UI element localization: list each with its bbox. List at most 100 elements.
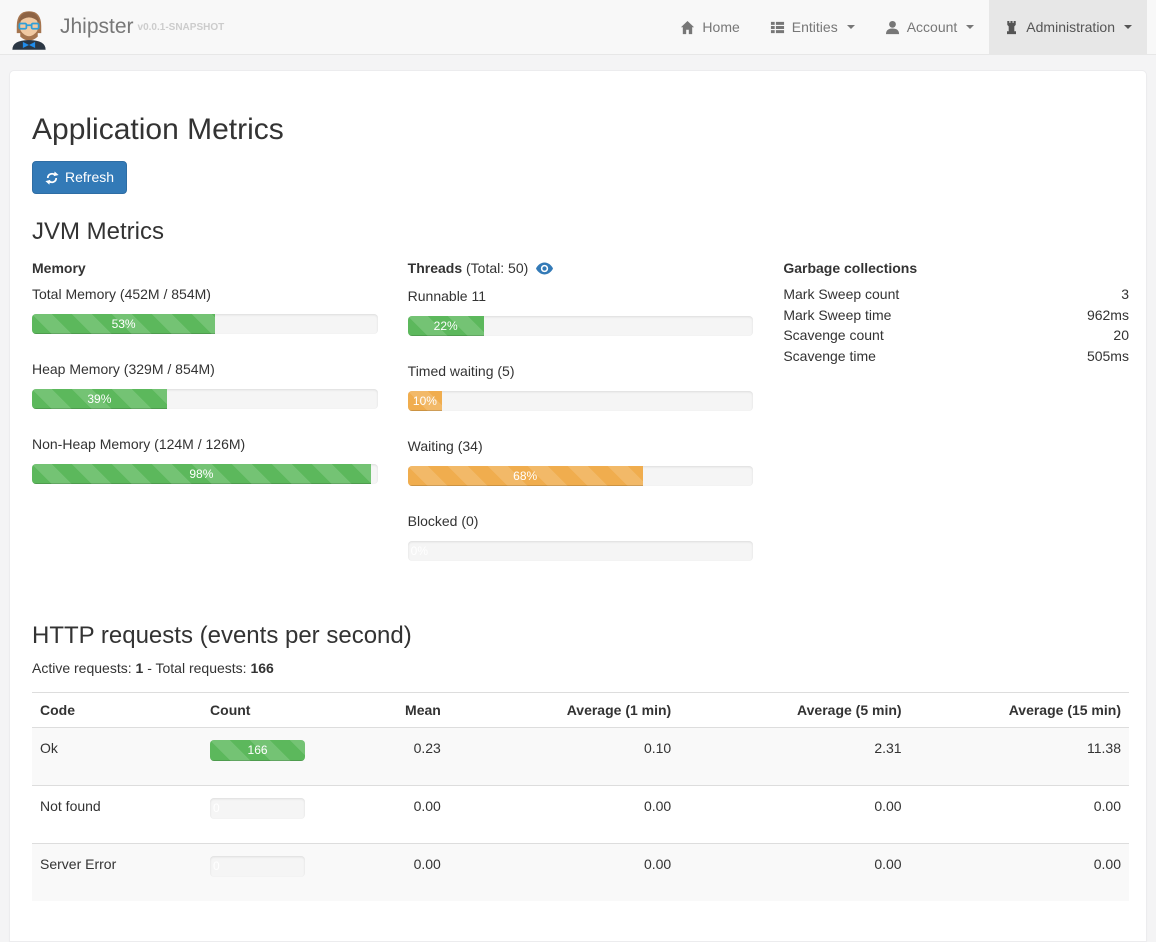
cell-code: Server Error [32, 844, 202, 902]
count-progress: 0 [210, 798, 305, 819]
col-header-avg1: Average (1 min) [449, 693, 679, 728]
blocked-label: Blocked (0) [408, 511, 754, 531]
http-requests-table: Code Count Mean Average (1 min) Average … [32, 692, 1129, 901]
progress-fill: 0% [408, 541, 754, 561]
nonheap-memory-label: Non-Heap Memory (124M / 126M) [32, 434, 378, 454]
timed-waiting-progress: 10% [408, 391, 754, 411]
total-requests-value: 166 [250, 660, 273, 676]
tower-icon [1004, 20, 1019, 35]
cell-avg1: 0.10 [449, 728, 679, 786]
page-title: Application Metrics [32, 113, 1129, 147]
brand-name: Jhipster [60, 15, 134, 39]
gc-value: 20 [1113, 325, 1129, 346]
gc-row-scavenge-time: Scavenge time 505ms [783, 346, 1129, 367]
cell-code: Not found [32, 786, 202, 844]
active-requests-value: 1 [136, 660, 144, 676]
gc-value: 962ms [1087, 305, 1129, 326]
count-progress: 166 [210, 740, 305, 761]
navbar: Jhipster v0.0.1-SNAPSHOT Home Entities [0, 0, 1156, 55]
nav-label: Entities [792, 19, 838, 35]
col-header-code: Code [32, 693, 202, 728]
summary-separator: - [147, 660, 152, 676]
cell-count: 0 [202, 786, 339, 844]
nav-item-account[interactable]: Account [870, 0, 990, 54]
jvm-metrics-title: JVM Metrics [32, 218, 1129, 246]
progress-fill: 68% [408, 466, 643, 486]
progress-fill: 0 [210, 856, 305, 877]
gc-label: Scavenge time [783, 346, 876, 367]
cell-avg15: 11.38 [910, 728, 1129, 786]
progress-value: 39% [87, 392, 111, 406]
http-requests-title: HTTP requests (events per second) [32, 622, 1129, 650]
nonheap-memory-progress: 98% [32, 464, 378, 484]
chevron-down-icon [847, 25, 855, 29]
gc-value: 3 [1121, 284, 1129, 305]
gc-row-scavenge-count: Scavenge count 20 [783, 325, 1129, 346]
nav-item-entities[interactable]: Entities [755, 0, 870, 54]
cell-count: 0 [202, 844, 339, 902]
home-icon [680, 20, 695, 35]
cell-avg5: 2.31 [679, 728, 909, 786]
nav-label: Administration [1026, 19, 1115, 35]
cell-code: Ok [32, 728, 202, 786]
cell-mean: 0.00 [339, 786, 449, 844]
progress-value: 166 [248, 743, 268, 757]
progress-value: 53% [112, 317, 136, 331]
progress-fill: 166 [210, 740, 305, 761]
jvm-metrics-grid: Memory Total Memory (452M / 854M) 53% He… [32, 258, 1129, 586]
threads-heading-label: Threads [408, 260, 462, 276]
active-requests-label: Active requests: [32, 660, 132, 676]
cell-avg15: 0.00 [910, 844, 1129, 902]
col-header-mean: Mean [339, 693, 449, 728]
threads-column: Threads (Total: 50) Runnable 11 22% Time… [408, 258, 754, 586]
progress-value: 0 [213, 859, 220, 873]
requests-summary: Active requests: 1 - Total requests: 166 [32, 660, 1129, 676]
content-panel: Application Metrics Refresh JVM Metrics … [9, 70, 1147, 942]
col-header-count: Count [202, 693, 339, 728]
gc-row-marksweep-time: Mark Sweep time 962ms [783, 305, 1129, 326]
brand[interactable]: Jhipster v0.0.1-SNAPSHOT [0, 0, 224, 54]
progress-value: 68% [513, 469, 537, 483]
user-icon [885, 20, 900, 35]
memory-heading: Memory [32, 258, 378, 278]
threads-total: (Total: 50) [466, 260, 528, 276]
count-progress: 0 [210, 856, 305, 877]
col-header-avg5: Average (5 min) [679, 693, 909, 728]
progress-value: 0 [213, 801, 220, 815]
threads-heading: Threads (Total: 50) [408, 258, 754, 280]
nav-item-home[interactable]: Home [665, 0, 754, 54]
refresh-button[interactable]: Refresh [32, 161, 127, 194]
gc-label: Scavenge count [783, 325, 883, 346]
heap-memory-label: Heap Memory (329M / 854M) [32, 359, 378, 379]
cell-avg5: 0.00 [679, 786, 909, 844]
table-row-ok: Ok 166 0.23 0.10 2.31 11.38 [32, 728, 1129, 786]
gc-heading: Garbage collections [783, 258, 1129, 278]
table-row-not-found: Not found 0 0.00 0.00 0.00 0.00 [32, 786, 1129, 844]
refresh-label: Refresh [65, 168, 114, 187]
chevron-down-icon [1124, 25, 1132, 29]
total-memory-progress: 53% [32, 314, 378, 334]
col-header-avg15: Average (15 min) [910, 693, 1129, 728]
waiting-progress: 68% [408, 466, 754, 486]
gc-row-marksweep-count: Mark Sweep count 3 [783, 284, 1129, 305]
timed-waiting-label: Timed waiting (5) [408, 361, 754, 381]
progress-value: 22% [434, 319, 458, 333]
cell-mean: 0.00 [339, 844, 449, 902]
main-nav: Home Entities Account [665, 0, 1147, 54]
runnable-label: Runnable 11 [408, 286, 754, 306]
gc-column: Garbage collections Mark Sweep count 3 M… [783, 258, 1129, 586]
nav-item-administration[interactable]: Administration [989, 0, 1147, 54]
gc-label: Mark Sweep count [783, 284, 899, 305]
cell-avg5: 0.00 [679, 844, 909, 902]
chevron-down-icon [966, 25, 974, 29]
nav-label: Account [907, 19, 958, 35]
cell-count: 166 [202, 728, 339, 786]
progress-fill: 0 [210, 798, 305, 819]
heap-memory-progress: 39% [32, 389, 378, 409]
eye-icon[interactable] [536, 260, 553, 280]
gc-value: 505ms [1087, 346, 1129, 367]
progress-value: 10% [413, 394, 437, 408]
table-row-server-error: Server Error 0 0.00 0.00 0.00 0.00 [32, 844, 1129, 902]
nav-label: Home [702, 19, 739, 35]
cell-avg1: 0.00 [449, 844, 679, 902]
